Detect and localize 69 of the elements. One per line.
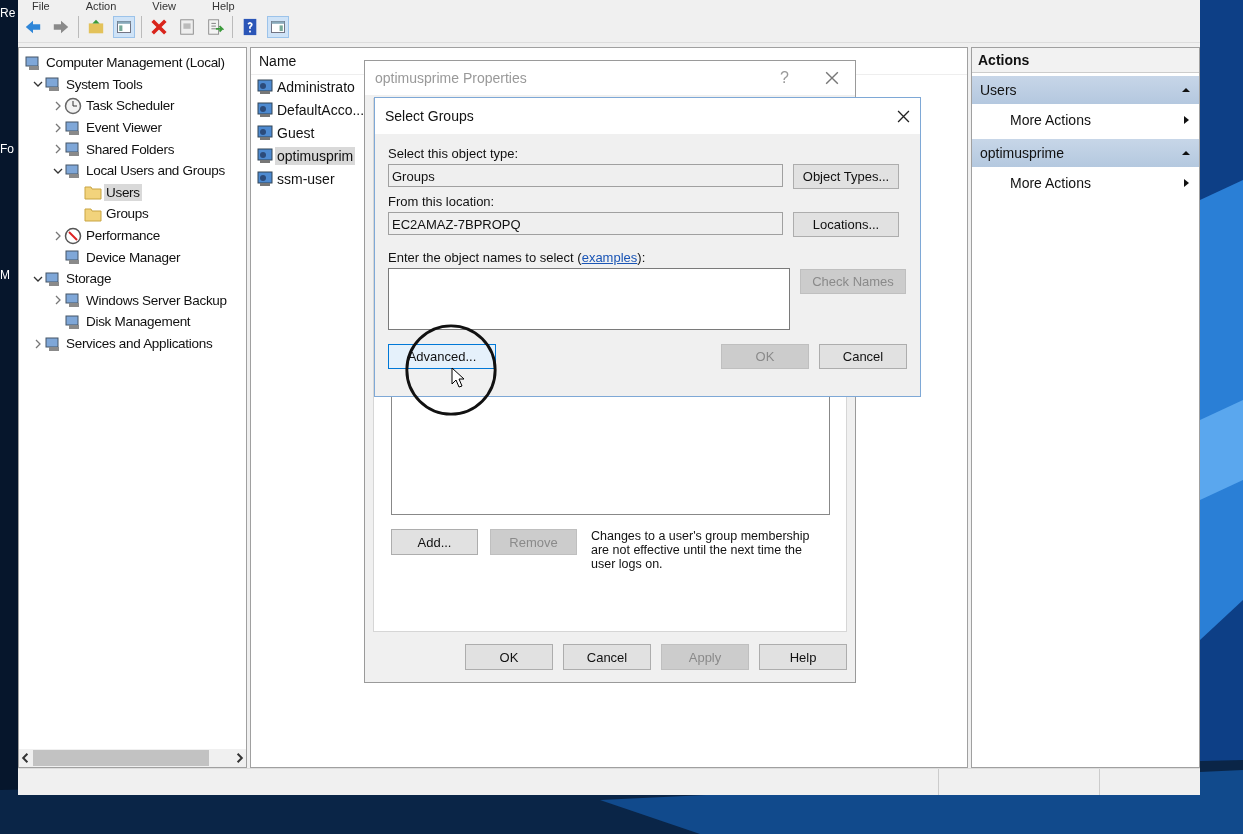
tree-item[interactable]: Users — [104, 183, 142, 201]
tree-item[interactable]: Storage — [64, 270, 114, 288]
membership-note: Changes to a user's group membership are not effective until the next time the user logs on. — [591, 529, 811, 571]
tree-item[interactable]: Device Manager — [84, 248, 183, 266]
dialog-button[interactable]: Help — [759, 644, 847, 670]
actions-header: Actions — [972, 48, 1199, 73]
desktop-icon-label[interactable]: Fo — [0, 142, 14, 156]
tree-item[interactable]: Computer Management (Local) — [44, 54, 227, 72]
dialog-title: Select Groups — [385, 108, 474, 124]
user-icon — [256, 169, 274, 188]
tree-item[interactable]: System Tools — [64, 75, 145, 93]
object-type-field: Groups — [388, 164, 783, 187]
object-names-field[interactable] — [388, 268, 790, 330]
tree-item[interactable]: Disk Management — [84, 313, 193, 331]
submenu-triangle-icon — [1181, 178, 1191, 188]
tree-item[interactable]: Windows Server Backup — [84, 291, 229, 309]
user-name[interactable]: DefaultAcco... — [275, 100, 367, 119]
tree-item[interactable]: Event Viewer — [84, 119, 164, 137]
field-label: Select this object type: — [388, 146, 520, 162]
tree-item[interactable]: Task Scheduler — [84, 97, 177, 115]
tree-item[interactable]: Services and Applications — [64, 335, 215, 352]
user-name[interactable]: Administrato — [275, 77, 357, 96]
desktop-icon-label[interactable]: M — [0, 268, 10, 282]
folder-icon — [84, 183, 102, 202]
expand-chevron-icon[interactable] — [53, 101, 63, 111]
object-types-button[interactable]: Object Types... — [793, 164, 899, 189]
menu-item[interactable]: View — [152, 0, 176, 12]
action-section-header[interactable]: optimusprime — [972, 139, 1199, 167]
user-icon — [256, 146, 274, 165]
dialog-title: optimusprime Properties — [375, 70, 528, 86]
locations-button[interactable]: Locations... — [793, 212, 899, 237]
tree-item[interactable]: Groups — [104, 205, 151, 223]
desktop-icon-label[interactable]: Re — [0, 6, 16, 20]
dialog-button[interactable]: OK — [465, 644, 553, 670]
dialog-button[interactable]: Cancel — [819, 344, 907, 369]
expand-chevron-icon[interactable] — [53, 122, 63, 133]
user-name[interactable]: optimusprim — [275, 146, 356, 165]
field-label: From this location: — [388, 194, 496, 210]
user-name[interactable]: Guest — [275, 123, 317, 142]
expand-chevron-icon[interactable] — [53, 230, 63, 241]
tree-item[interactable]: Performance — [84, 227, 162, 245]
gauge-icon — [64, 226, 82, 245]
menu-item[interactable]: File — [32, 0, 50, 12]
action-pane-icon[interactable] — [267, 16, 289, 38]
clock-icon — [64, 97, 82, 115]
expand-chevron-icon[interactable] — [33, 338, 43, 349]
user-icon — [256, 100, 274, 119]
mouse-pointer-icon — [451, 367, 465, 389]
expand-chevron-icon[interactable] — [53, 295, 63, 306]
action-section-header[interactable]: Users — [972, 76, 1199, 104]
menu-item[interactable]: Help — [211, 0, 235, 12]
close-icon[interactable] — [897, 109, 910, 123]
menu-item[interactable]: Action — [85, 0, 117, 12]
action-link[interactable]: More Actions — [1010, 112, 1091, 128]
user-icon — [256, 123, 274, 142]
field-label: Enter the object names to select (examples): — [388, 250, 647, 266]
location-field: EC2AMAZ-7BPROPQ — [388, 212, 783, 235]
dialog-button[interactable]: Add... — [391, 529, 478, 555]
dialog-button[interactable]: Cancel — [563, 644, 651, 670]
console-tree-icon[interactable] — [113, 16, 135, 38]
user-icon — [256, 77, 274, 96]
expand-chevron-icon[interactable] — [53, 144, 63, 155]
tree-item[interactable]: Shared Folders — [84, 140, 177, 158]
scrollbar-thumb[interactable] — [33, 750, 209, 766]
tree-item[interactable]: Local Users and Groups — [84, 162, 227, 180]
user-name[interactable]: ssm-user — [275, 169, 337, 188]
examples-link[interactable]: examples — [581, 250, 638, 265]
action-link[interactable]: More Actions — [1010, 175, 1091, 191]
submenu-triangle-icon — [1181, 115, 1191, 125]
